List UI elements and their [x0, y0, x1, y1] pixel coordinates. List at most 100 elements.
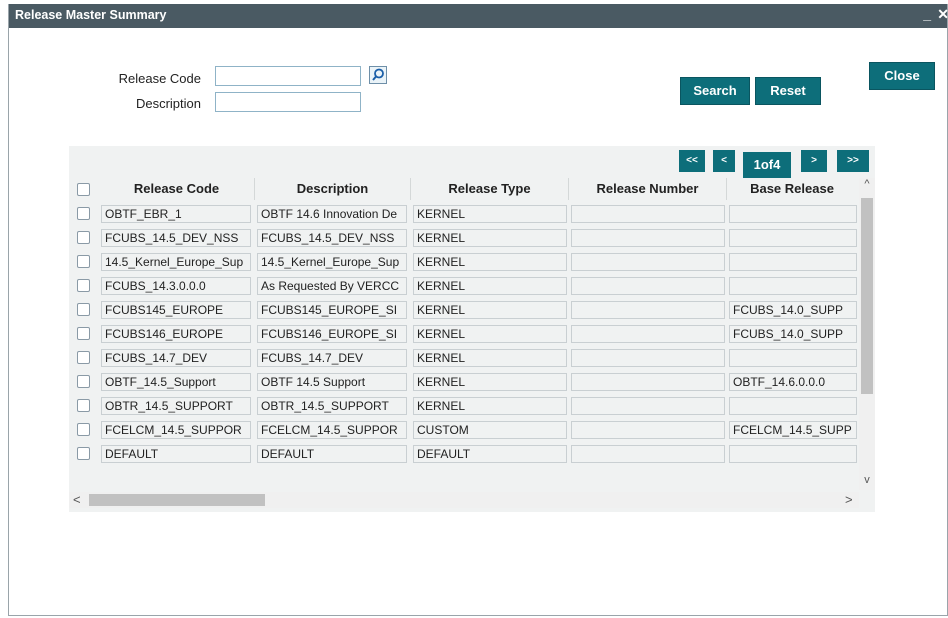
release-code-cell[interactable]: OBTF_14.5_Support	[101, 373, 251, 391]
base-release-cell[interactable]	[729, 277, 857, 295]
release-type-cell[interactable]: KERNEL	[413, 373, 567, 391]
close-button[interactable]: Close	[869, 62, 935, 90]
vertical-scrollbar[interactable]: ^ v	[859, 178, 875, 490]
scroll-right-icon[interactable]: >	[845, 492, 853, 507]
release-number-cell[interactable]	[571, 373, 725, 391]
description-cell[interactable]: OBTF 14.5 Support	[257, 373, 407, 391]
base-release-cell[interactable]: OBTF_14.6.0.0.0	[729, 373, 857, 391]
release-type-cell[interactable]: CUSTOM	[413, 421, 567, 439]
table-row[interactable]: 14.5_Kernel_Europe_Sup 14.5_Kernel_Europe…	[69, 250, 857, 274]
search-button[interactable]: Search	[680, 77, 750, 105]
table-row[interactable]: DEFAULT DEFAULT DEFAULT	[69, 442, 857, 466]
table-row[interactable]: FCUBS145_EUROPE FCUBS145_EUROPE_SI KERNEL F…	[69, 298, 857, 322]
release-code-lookup-button[interactable]	[369, 66, 387, 84]
row-checkbox[interactable]	[77, 399, 90, 412]
column-header-release-type[interactable]: Release Type	[411, 178, 569, 200]
description-cell[interactable]: FCELCM_14.5_SUPPOR	[257, 421, 407, 439]
row-checkbox[interactable]	[77, 327, 90, 340]
row-checkbox[interactable]	[77, 255, 90, 268]
description-cell[interactable]: FCUBS145_EUROPE_SI	[257, 301, 407, 319]
scroll-down-icon[interactable]: v	[859, 474, 875, 486]
table-row[interactable]: FCUBS146_EUROPE FCUBS146_EUROPE_SI KERNEL F…	[69, 322, 857, 346]
base-release-cell[interactable]	[729, 229, 857, 247]
release-code-cell[interactable]: FCUBS146_EUROPE	[101, 325, 251, 343]
description-cell[interactable]: 14.5_Kernel_Europe_Sup	[257, 253, 407, 271]
release-number-cell[interactable]	[571, 301, 725, 319]
table-row[interactable]: FCUBS_14.5_DEV_NSS FCUBS_14.5_DEV_NSS KERN…	[69, 226, 857, 250]
row-checkbox[interactable]	[77, 303, 90, 316]
row-checkbox[interactable]	[77, 207, 90, 220]
base-release-cell[interactable]	[729, 349, 857, 367]
release-code-input[interactable]	[215, 66, 361, 86]
release-code-cell[interactable]: 14.5_Kernel_Europe_Sup	[101, 253, 251, 271]
column-header-release-code[interactable]: Release Code	[99, 178, 255, 200]
pager-next-button[interactable]: >	[801, 150, 827, 172]
base-release-cell[interactable]: FCUBS_14.0_SUPP	[729, 301, 857, 319]
release-number-cell[interactable]	[571, 277, 725, 295]
pager-first-button[interactable]: <<	[679, 150, 705, 172]
column-header-release-number[interactable]: Release Number	[569, 178, 727, 200]
release-code-cell[interactable]: FCELCM_14.5_SUPPOR	[101, 421, 251, 439]
table-row[interactable]: OBTF_EBR_1 OBTF 14.6 Innovation De KERNEL	[69, 202, 857, 226]
base-release-cell[interactable]	[729, 205, 857, 223]
table-row[interactable]: FCELCM_14.5_SUPPOR FCELCM_14.5_SUPPOR CUST…	[69, 418, 857, 442]
release-code-cell[interactable]: FCUBS145_EUROPE	[101, 301, 251, 319]
release-number-cell[interactable]	[571, 325, 725, 343]
column-header-description[interactable]: Description	[255, 178, 411, 200]
description-input[interactable]	[215, 92, 361, 112]
release-code-cell[interactable]: OBTR_14.5_SUPPORT	[101, 397, 251, 415]
release-code-cell[interactable]: DEFAULT	[101, 445, 251, 463]
row-checkbox[interactable]	[77, 375, 90, 388]
release-number-cell[interactable]	[571, 421, 725, 439]
base-release-cell[interactable]	[729, 397, 857, 415]
row-checkbox[interactable]	[77, 231, 90, 244]
row-checkbox[interactable]	[77, 423, 90, 436]
release-type-cell[interactable]: KERNEL	[413, 205, 567, 223]
pager-last-button[interactable]: >>	[837, 150, 869, 172]
release-code-cell[interactable]: FCUBS_14.7_DEV	[101, 349, 251, 367]
release-type-cell[interactable]: KERNEL	[413, 277, 567, 295]
base-release-cell[interactable]: FCELCM_14.5_SUPP	[729, 421, 857, 439]
release-number-cell[interactable]	[571, 445, 725, 463]
release-type-cell[interactable]: KERNEL	[413, 229, 567, 247]
table-row[interactable]: FCUBS_14.7_DEV FCUBS_14.7_DEV KERNEL	[69, 346, 857, 370]
reset-button[interactable]: Reset	[755, 77, 821, 105]
minimize-icon[interactable]: _	[923, 6, 931, 22]
release-number-cell[interactable]	[571, 253, 725, 271]
table-row[interactable]: OBTR_14.5_SUPPORT OBTR_14.5_SUPPORT KERNEL	[69, 394, 857, 418]
release-code-cell[interactable]: FCUBS_14.5_DEV_NSS	[101, 229, 251, 247]
vertical-scroll-thumb[interactable]	[861, 198, 873, 394]
release-number-cell[interactable]	[571, 397, 725, 415]
description-cell[interactable]: OBTR_14.5_SUPPORT	[257, 397, 407, 415]
table-row[interactable]: FCUBS_14.3.0.0.0 As Requested By VERCC KER…	[69, 274, 857, 298]
close-window-icon[interactable]: ✕	[937, 6, 948, 23]
base-release-cell[interactable]	[729, 445, 857, 463]
release-type-cell[interactable]: DEFAULT	[413, 445, 567, 463]
horizontal-scroll-thumb[interactable]	[89, 494, 265, 506]
release-type-cell[interactable]: KERNEL	[413, 325, 567, 343]
release-type-cell[interactable]: KERNEL	[413, 397, 567, 415]
horizontal-scrollbar[interactable]: < >	[69, 492, 859, 508]
row-checkbox[interactable]	[77, 351, 90, 364]
description-cell[interactable]: OBTF 14.6 Innovation De	[257, 205, 407, 223]
release-code-cell[interactable]: FCUBS_14.3.0.0.0	[101, 277, 251, 295]
release-number-cell[interactable]	[571, 205, 725, 223]
table-row[interactable]: OBTF_14.5_Support OBTF 14.5 Support KERNEL…	[69, 370, 857, 394]
base-release-cell[interactable]	[729, 253, 857, 271]
row-checkbox[interactable]	[77, 447, 90, 460]
release-code-cell[interactable]: OBTF_EBR_1	[101, 205, 251, 223]
pager-prev-button[interactable]: <	[713, 150, 735, 172]
column-header-base-release[interactable]: Base Release	[727, 178, 857, 200]
description-cell[interactable]: FCUBS_14.5_DEV_NSS	[257, 229, 407, 247]
description-cell[interactable]: FCUBS_14.7_DEV	[257, 349, 407, 367]
release-type-cell[interactable]: KERNEL	[413, 349, 567, 367]
description-cell[interactable]: DEFAULT	[257, 445, 407, 463]
description-cell[interactable]: As Requested By VERCC	[257, 277, 407, 295]
release-number-cell[interactable]	[571, 229, 725, 247]
scroll-up-icon[interactable]: ^	[859, 178, 875, 190]
row-checkbox[interactable]	[77, 279, 90, 292]
description-cell[interactable]: FCUBS146_EUROPE_SI	[257, 325, 407, 343]
base-release-cell[interactable]: FCUBS_14.0_SUPP	[729, 325, 857, 343]
release-type-cell[interactable]: KERNEL	[413, 301, 567, 319]
scroll-left-icon[interactable]: <	[73, 492, 81, 507]
